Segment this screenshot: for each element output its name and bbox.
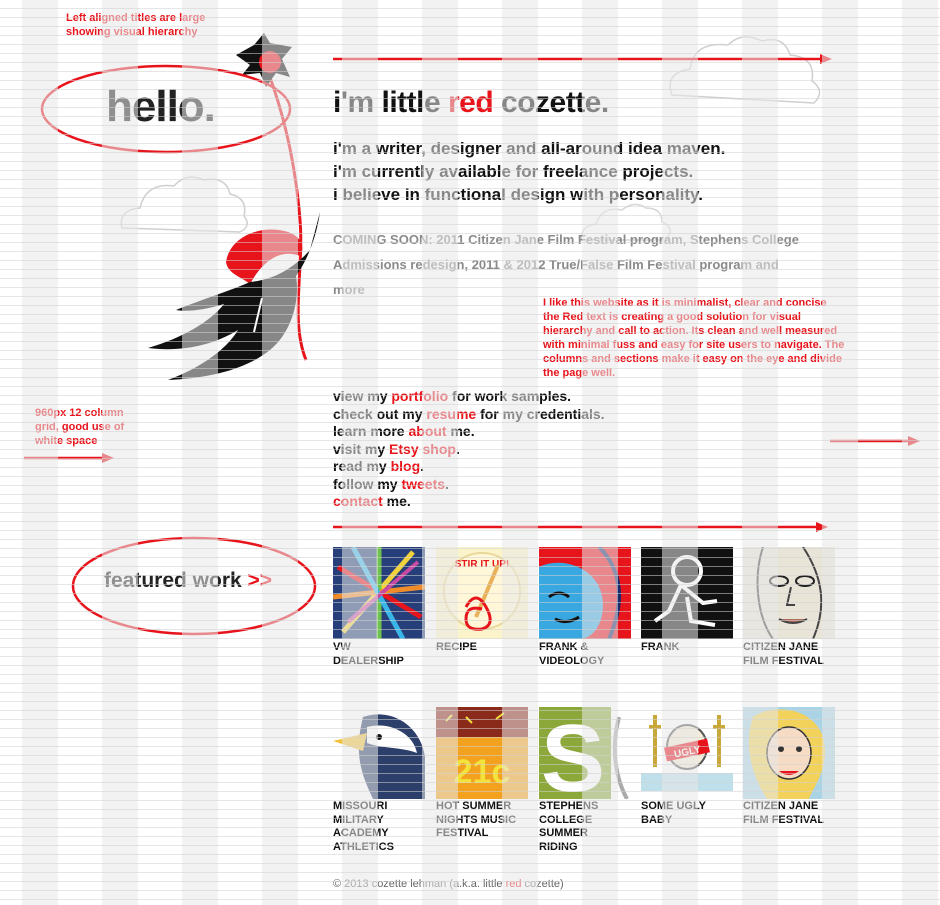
svg-text:STIR IT UP!: STIR IT UP! [455,559,509,570]
list-item: read my blog. [333,458,425,474]
work-caption: RECIPE [436,641,477,653]
cloud-icon [669,36,821,104]
arrow-right-icon [333,522,828,532]
work-caption: SOME UGLY BABY [641,800,706,826]
stir-it-up-thumbnail-icon: STIR IT UP! [436,547,528,639]
ugly-baby-thumbnail-icon: UGLY [641,707,733,799]
work-caption: CITIZEN JANE FILM FESTIVAL [743,800,825,826]
arrow-right-icon [830,436,920,446]
tweets-link[interactable]: tweets [401,476,445,492]
some-ugly-baby-thumbnail[interactable]: UGLY [641,707,733,799]
portfolio-link[interactable]: portfolio [391,388,448,404]
work-caption: FRANK & VIDEOLOGY [539,641,605,667]
resume-link[interactable]: resume [426,406,476,422]
work-caption: HOT SUMMER NIGHTS MUSIC FESTIVAL [436,800,517,840]
cloud-icon [120,176,248,233]
coming-soon-text: COMING SOON: 2011 Citizen Jane Film Fest… [333,232,799,297]
missouri-military-thumbnail[interactable] [333,707,425,799]
work-caption: FRANK [641,641,680,653]
work-caption: CITIZEN JANE FILM FESTIVAL [743,641,825,667]
vw-dealership-thumbnail[interactable] [333,547,425,639]
retro-woman-thumbnail-icon [743,707,835,799]
etsy-shop-link[interactable]: Etsy shop [389,441,456,457]
contact-link[interactable]: contact [333,493,383,509]
blog-link[interactable]: blog [391,458,421,474]
recipe-thumbnail[interactable]: STIR IT UP! [436,547,528,639]
page-title: i'm little red cozette. [333,86,609,119]
hot-summer-nights-thumbnail[interactable]: 21c [436,707,528,799]
list-item: visit my Etsy shop. [333,440,460,457]
about-link[interactable]: about [408,423,446,439]
citizen-jane-thumbnail[interactable] [743,547,835,639]
list-item: check out my resume for my credentials. [333,405,605,422]
footer-copyright: © 2013 cozette lehman (a.k.a. little red… [333,878,564,890]
balloon-figure-icon [236,33,292,87]
work-caption: MISSOURI MILITARY ACADEMY ATHLETICS [333,800,394,853]
frank-thumbnail[interactable] [641,547,733,639]
list-item: follow my tweets. [333,475,449,492]
sketch-face-thumbnail-icon [743,547,835,639]
list-item: contact me. [333,493,411,509]
list-item: learn more about me. [333,423,475,439]
arrow-right-icon [24,453,114,463]
stephens-college-riding-thumbnail[interactable]: S [539,707,631,799]
featured-work-heading: featured work >> [104,569,273,592]
svg-text:S: S [541,707,605,799]
svg-text:21c: 21c [454,753,511,791]
intro-text: i'm a writer, designer and all-around id… [333,139,726,204]
nav-links-list: view my portfolio for work samples. chec… [333,388,605,511]
work-caption: VW DEALERSHIP [333,641,404,667]
girl-illustration-icon [148,212,320,380]
colorful-ribbons-thumbnail-icon [333,547,425,639]
letter-s-thumbnail-icon: S [539,707,631,799]
list-item: view my portfolio for work samples. [333,388,572,404]
eagle-thumbnail-icon [333,707,425,799]
21-poster-thumbnail-icon: 21c [436,707,528,799]
stick-figure-thumbnail-icon [641,547,733,639]
citizen-jane-film-festival-thumbnail[interactable] [743,707,835,799]
blue-face-thumbnail-icon [539,547,631,639]
work-caption: STEPHENS COLLEGE SUMMER RIDING [539,800,599,853]
arrow-right-icon [333,54,832,64]
hello-heading: hello. [106,82,216,131]
frank-videology-thumbnail[interactable] [539,547,631,639]
